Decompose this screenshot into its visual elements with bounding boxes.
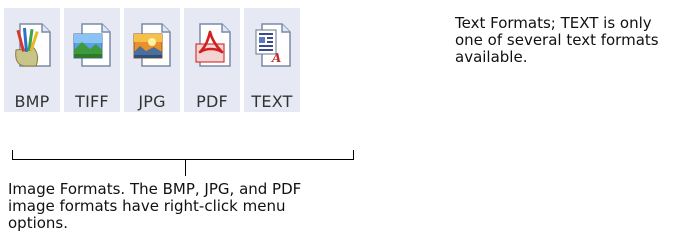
image-formats-caption: Image Formats. The BMP, JPG, and PDF ima…: [8, 180, 302, 232]
bracket-right-end: [353, 150, 354, 160]
pdf-acrobat-icon: [195, 23, 231, 67]
svg-text:A: A: [271, 51, 281, 65]
jpg-photo-icon: [133, 23, 171, 67]
bracket-pointer: [185, 159, 186, 176]
bmp-paint-icon: [15, 23, 51, 67]
text-formats-caption: Text Formats; TEXT is only one of severa…: [455, 14, 659, 66]
format-button-pdf[interactable]: PDF: [184, 8, 240, 112]
format-label-jpg: JPG: [138, 92, 166, 111]
format-button-text[interactable]: A TEXT: [244, 8, 300, 112]
format-label-pdf: PDF: [196, 92, 228, 111]
bracket-horizontal: [12, 159, 354, 160]
tiff-landscape-icon: [73, 23, 111, 67]
text-document-icon: A: [255, 23, 291, 67]
format-label-bmp: BMP: [14, 92, 50, 111]
format-button-tiff[interactable]: TIFF: [64, 8, 120, 112]
format-button-jpg[interactable]: JPG: [124, 8, 180, 112]
format-button-bmp[interactable]: BMP: [4, 8, 60, 112]
format-label-tiff: TIFF: [75, 92, 109, 111]
bracket-left-end: [12, 150, 13, 160]
format-label-text: TEXT: [251, 92, 293, 111]
